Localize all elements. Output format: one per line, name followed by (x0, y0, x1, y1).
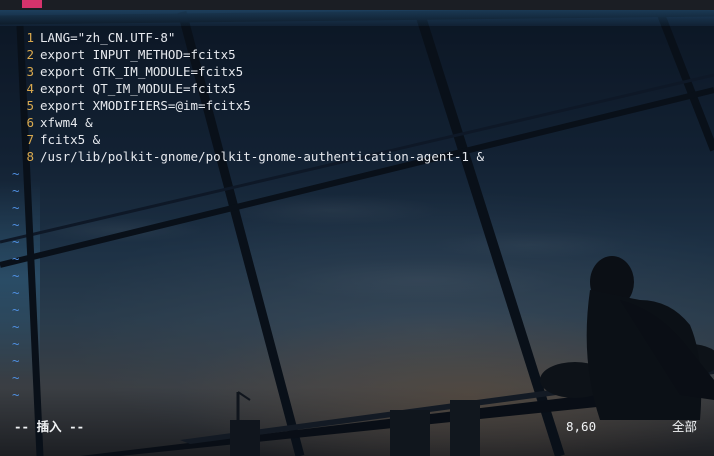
buffer-line[interactable]: 7 fcitx5 & (0, 131, 714, 148)
empty-line-marker: ~ (12, 166, 20, 181)
empty-line-marker: ~ (12, 285, 20, 300)
line-number: 1 (26, 30, 34, 45)
empty-line-marker: ~ (12, 268, 20, 283)
buffer-line[interactable]: 8/usr/lib/polkit-gnome/polkit-gnome-auth… (0, 148, 714, 165)
empty-line-marker: ~ (12, 353, 20, 368)
line-number: 6 (26, 115, 34, 130)
empty-line-marker: ~ (12, 387, 20, 402)
cursor-position: 8,60 (566, 419, 597, 434)
buffer-line[interactable]: 3 export GTK_IM_MODULE=fcitx5 (0, 63, 714, 80)
empty-line-marker: ~ (12, 234, 20, 249)
vim-buffer[interactable]: 1 LANG="zh_CN.UTF-8" 2 export INPUT_METHOD… (0, 29, 714, 403)
line-number: 4 (26, 81, 34, 96)
empty-line-marker: ~ (12, 183, 20, 198)
vim-status-line: -- 插入 -- 8,60 全部 (0, 418, 714, 436)
buffer-line[interactable]: 2 export INPUT_METHOD=fcitx5 (0, 46, 714, 63)
line-text[interactable]: export XMODIFIERS=@im=fcitx5 (40, 98, 251, 113)
line-number: 8 (26, 149, 34, 164)
empty-line-marker: ~ (12, 200, 20, 215)
line-text[interactable]: xfwm4 & (40, 115, 93, 130)
empty-line-marker: ~ (12, 302, 20, 317)
title-bar-strip (0, 10, 714, 26)
line-number: 7 (26, 132, 34, 147)
insert-mode-indicator: -- 插入 -- (14, 419, 85, 434)
empty-line-marker: ~ (12, 251, 20, 266)
buffer-line[interactable]: 5 export XMODIFIERS=@im=fcitx5 (0, 97, 714, 114)
buffer-line[interactable]: 4 export QT_IM_MODULE=fcitx5 (0, 80, 714, 97)
window-title-bar (0, 0, 714, 10)
empty-line-marker: ~ (12, 217, 20, 232)
line-text[interactable]: fcitx5 & (40, 132, 100, 147)
terminal-window[interactable]: 1 LANG="zh_CN.UTF-8" 2 export INPUT_METHOD… (0, 26, 714, 456)
active-tab-indicator[interactable] (22, 0, 42, 8)
line-number: 2 (26, 47, 34, 62)
line-number: 5 (26, 98, 34, 113)
buffer-line[interactable]: 1 LANG="zh_CN.UTF-8" (0, 29, 714, 46)
line-text[interactable]: /usr/lib/polkit-gnome/polkit-gnome-authe… (40, 149, 484, 164)
buffer-line[interactable]: 6 xfwm4 & (0, 114, 714, 131)
empty-line-marker: ~ (12, 336, 20, 351)
scroll-position: 全部 (672, 419, 698, 434)
line-text[interactable]: export QT_IM_MODULE=fcitx5 (40, 81, 236, 96)
empty-line-marker: ~ (12, 319, 20, 334)
line-text[interactable]: LANG="zh_CN.UTF-8" (40, 30, 175, 45)
empty-line-marker: ~ (12, 370, 20, 385)
line-text[interactable]: export INPUT_METHOD=fcitx5 (40, 47, 236, 62)
line-number: 3 (26, 64, 34, 79)
line-text[interactable]: export GTK_IM_MODULE=fcitx5 (40, 64, 243, 79)
